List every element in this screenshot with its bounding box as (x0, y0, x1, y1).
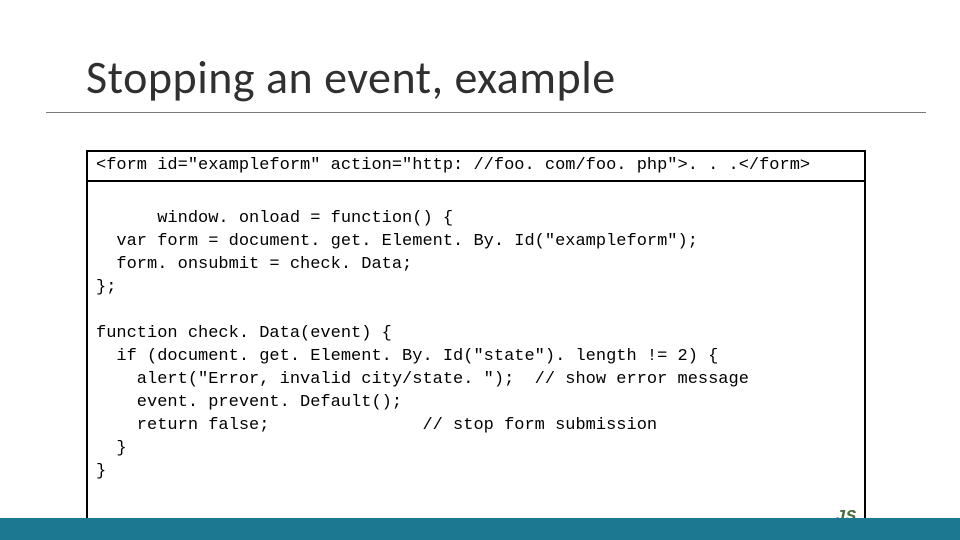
code-box-html: <form id="exampleform" action="http: //f… (86, 150, 866, 183)
slide-title: Stopping an event, example (86, 50, 900, 106)
bottom-accent-bar (0, 518, 960, 540)
title-underline (46, 112, 926, 113)
code-area: <form id="exampleform" action="http: //f… (86, 150, 866, 535)
code-box-js: window. onload = function() { var form =… (86, 180, 866, 534)
code-box-js-content: window. onload = function() { var form =… (96, 209, 749, 480)
